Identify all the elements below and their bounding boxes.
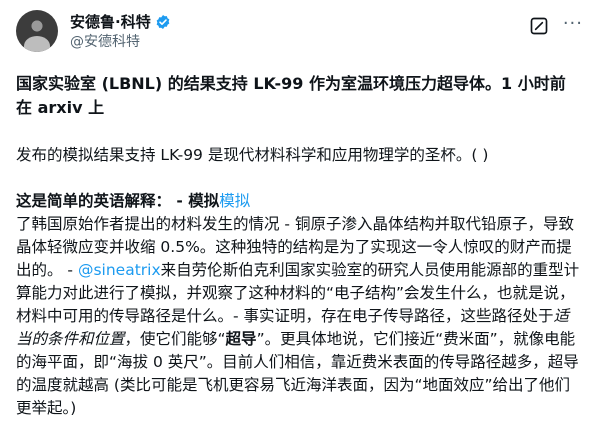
tweet-headline: 国家实验室 (LBNL) 的结果支持 LK-99 作为室温环境压力超导体。1 小… [16, 74, 566, 117]
tweet-header: 安德鲁·科特 @安德科特 ··· [16, 10, 583, 54]
more-options-icon[interactable]: ··· [563, 14, 583, 34]
author-name[interactable]: 安德鲁·科特 [70, 12, 151, 32]
verified-badge-icon [156, 15, 170, 29]
bold-word: 超导 [225, 330, 257, 348]
tweet-subline: 发布的模拟结果支持 LK-99 是现代材料科学和应用物理学的圣杯。( ) [16, 146, 489, 164]
avatar[interactable] [16, 10, 58, 52]
grok-icon[interactable] [529, 16, 549, 36]
tweet-explanation: 这是简单的英语解释： - 模拟模拟 了韩国原始作者提出的材料发生的情况 - 铜原… [16, 190, 581, 420]
author-name-row: 安德鲁·科特 [70, 12, 171, 32]
mention-link[interactable]: @sineatrix [78, 261, 161, 279]
title-separator: - [171, 192, 189, 210]
title-simulation: 模拟 [188, 192, 220, 210]
explanation-title: 这是简单的英语解释： [16, 192, 172, 210]
author-handle[interactable]: @安德科特 [70, 32, 140, 52]
explanation-text-3: ，使它们能够“ [124, 330, 226, 348]
simulation-link[interactable]: 模拟 [219, 192, 250, 210]
